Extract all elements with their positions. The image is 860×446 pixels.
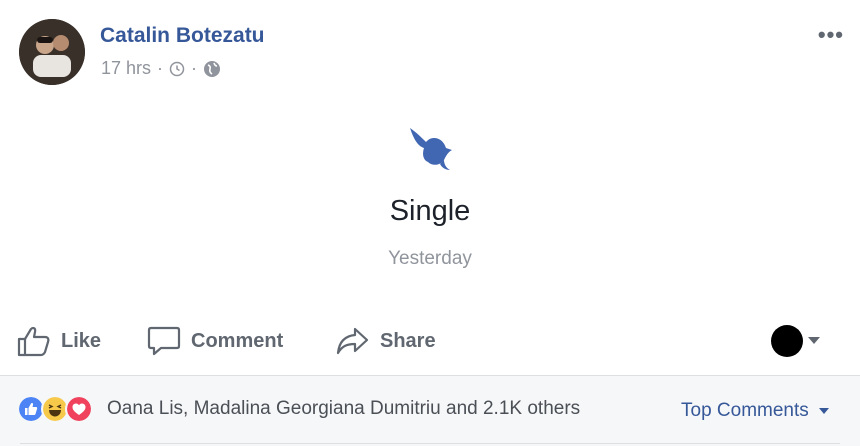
post-time[interactable]: 17 hrs: [101, 58, 151, 79]
divider: [20, 443, 840, 444]
author-avatar[interactable]: [19, 19, 85, 85]
share-icon: [336, 327, 369, 355]
like-button[interactable]: Like: [17, 325, 101, 357]
like-label: Like: [61, 329, 102, 352]
post-meta: 17 hrs · ·: [101, 58, 221, 79]
event-date: Yesterday: [388, 248, 472, 269]
more-options-icon[interactable]: •••: [818, 22, 844, 48]
event-title: Single: [389, 195, 471, 227]
sort-label: Top Comments: [681, 400, 809, 421]
share-label: Share: [380, 329, 436, 352]
action-bar: Like Comment Share: [0, 320, 860, 364]
viewer-avatar[interactable]: [771, 325, 803, 357]
author-name[interactable]: Catalin Botezatu: [100, 24, 265, 48]
post-card: Catalin Botezatu 17 hrs · · ••• Single Y…: [0, 0, 860, 446]
reaction-icons[interactable]: [17, 395, 93, 423]
love-reaction-icon: [65, 395, 93, 423]
share-button[interactable]: Share: [336, 325, 436, 357]
avatar-photo: [19, 19, 85, 85]
thumbs-up-icon: [17, 326, 50, 357]
meta-separator: ·: [157, 58, 164, 78]
reaction-summary[interactable]: Oana Lis, Madalina Georgiana Dumitriu an…: [107, 398, 580, 420]
chevron-down-icon: [818, 408, 829, 414]
meta-separator-2: ·: [191, 58, 198, 78]
comment-icon: [147, 326, 181, 356]
comment-button[interactable]: Comment: [147, 325, 283, 357]
globe-icon[interactable]: [203, 60, 221, 78]
clock-icon: [169, 61, 185, 76]
dove-icon: [410, 128, 452, 170]
chevron-down-icon[interactable]: [808, 337, 820, 344]
comment-sort-dropdown[interactable]: Top Comments: [681, 400, 829, 422]
comment-label: Comment: [191, 329, 284, 352]
life-event: Single Yesterday: [0, 120, 860, 269]
reactions-footer: Oana Lis, Madalina Georgiana Dumitriu an…: [0, 375, 860, 446]
